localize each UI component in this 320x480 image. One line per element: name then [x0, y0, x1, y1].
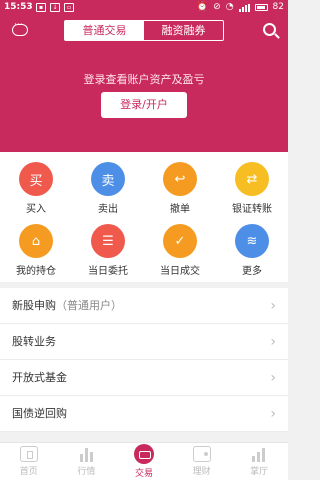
service-menu: 新股申购（普通用户） › 股转业务 › 开放式基金 › 国债逆回购 ›	[0, 288, 288, 432]
chevron-right-icon: ›	[270, 406, 276, 422]
nav-hall[interactable]: 掌厅	[230, 443, 288, 480]
market-icon	[77, 446, 95, 462]
orders-icon: ☰	[91, 224, 125, 258]
transfer-icon: ⇄	[235, 162, 269, 196]
action-cancel-order[interactable]: ↩ 撤单	[144, 152, 216, 215]
nav-label: 首页	[19, 467, 38, 477]
layers-icon: ≋	[235, 224, 269, 258]
finance-icon	[192, 446, 211, 462]
login-button[interactable]: 登录/开户	[101, 92, 187, 118]
tab-margin-trade[interactable]: 融资融券	[144, 21, 223, 40]
hall-icon	[250, 446, 268, 462]
menu-label: 新股申购	[12, 299, 56, 312]
action-label: 更多	[242, 266, 262, 277]
bottom-nav: 首页 行情 交易 理财 掌厅	[0, 442, 288, 480]
nav-label: 理财	[192, 467, 211, 477]
menu-label: 开放式基金	[12, 371, 67, 384]
chevron-right-icon: ›	[270, 370, 276, 386]
status-notification-icons: ▪ ↓ ▫	[36, 3, 74, 12]
action-positions[interactable]: ⌂ 我的持仓	[0, 214, 72, 277]
undo-icon: ↩	[163, 162, 197, 196]
action-grid: 买 买入 卖 卖出 ↩ 撤单 ⇄ 银证转账 ⌂ 我的持仓 ☰ 当日委托 ✓ 当日…	[0, 152, 288, 282]
action-today-deals[interactable]: ✓ 当日成交	[144, 214, 216, 277]
battery-icon	[254, 4, 268, 11]
check-icon: ✓	[163, 224, 197, 258]
action-label: 银证转账	[232, 204, 272, 215]
action-label: 买入	[26, 204, 46, 215]
status-bar: 15:53 ▪ ↓ ▫ ⏰ ⊘ ◔ 82	[0, 0, 288, 15]
header: 15:53 ▪ ↓ ▫ ⏰ ⊘ ◔ 82 普通交易 融资融券 登录	[0, 0, 288, 152]
nav-label: 行情	[77, 467, 96, 477]
nav-label: 掌厅	[250, 467, 269, 477]
wifi-icon: ◔	[225, 2, 234, 12]
chevron-right-icon: ›	[270, 298, 276, 314]
home-icon	[19, 446, 38, 462]
menu-bond-repo[interactable]: 国债逆回购 ›	[0, 396, 288, 432]
login-hint: 登录查看账户资产及盈亏	[83, 73, 205, 86]
action-label: 卖出	[98, 204, 118, 215]
app-screen: 15:53 ▪ ↓ ▫ ⏰ ⊘ ◔ 82 普通交易 融资融券 登录	[0, 0, 288, 480]
notification-icon: ▪	[36, 3, 46, 12]
nav-trade[interactable]: 交易	[115, 443, 173, 480]
search-icon[interactable]	[263, 23, 276, 36]
alarm-icon: ⏰	[196, 2, 209, 12]
action-sell[interactable]: 卖 卖出	[72, 152, 144, 215]
buy-icon: 买	[19, 162, 53, 196]
download-icon: ↓	[50, 3, 60, 12]
chevron-right-icon: ›	[270, 334, 276, 350]
trade-icon	[133, 444, 154, 464]
action-label: 当日委托	[88, 266, 128, 277]
action-today-orders[interactable]: ☰ 当日委托	[72, 214, 144, 277]
action-label: 撤单	[170, 204, 190, 215]
nav-market[interactable]: 行情	[58, 443, 116, 480]
message-icon[interactable]	[12, 20, 28, 36]
status-time: 15:53	[4, 2, 33, 12]
battery-level: 82	[272, 2, 284, 12]
status-right: ⏰ ⊘ ◔ 82	[197, 0, 284, 15]
action-bank-transfer[interactable]: ⇄ 银证转账	[216, 152, 288, 215]
action-label: 我的持仓	[16, 266, 56, 277]
trade-mode-tabs: 普通交易 融资融券	[64, 20, 224, 41]
action-buy[interactable]: 买 买入	[0, 152, 72, 215]
image-icon: ▫	[64, 3, 74, 12]
menu-open-fund[interactable]: 开放式基金 ›	[0, 360, 288, 396]
menu-ipo-subscribe[interactable]: 新股申购（普通用户） ›	[0, 288, 288, 324]
nav-label: 交易	[134, 469, 153, 479]
action-more[interactable]: ≋ 更多	[216, 214, 288, 277]
menu-share-transfer[interactable]: 股转业务 ›	[0, 324, 288, 360]
sell-icon: 卖	[91, 162, 125, 196]
nav-finance[interactable]: 理财	[173, 443, 231, 480]
menu-sublabel: （普通用户）	[56, 299, 122, 312]
action-label: 当日成交	[160, 266, 200, 277]
tab-normal-trade[interactable]: 普通交易	[65, 21, 144, 40]
menu-label: 股转业务	[12, 335, 56, 348]
home-position-icon: ⌂	[19, 224, 53, 258]
nav-home[interactable]: 首页	[0, 443, 58, 480]
mute-icon: ⊘	[213, 2, 221, 12]
menu-label: 国债逆回购	[12, 407, 67, 420]
signal-icon	[238, 3, 250, 12]
